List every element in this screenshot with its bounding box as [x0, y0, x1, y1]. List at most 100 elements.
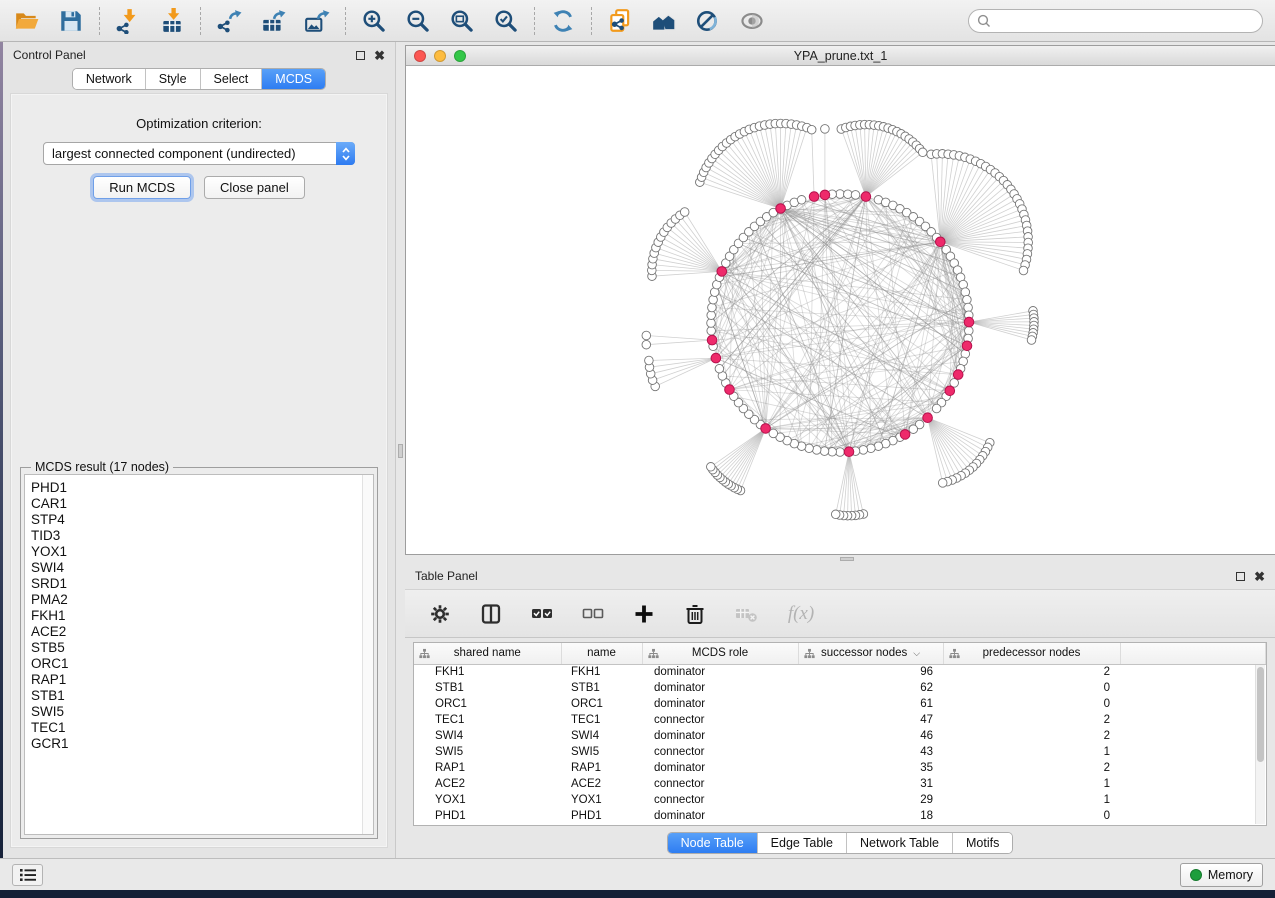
cell-name[interactable]: SWI4 — [561, 728, 642, 744]
float-panel-icon[interactable] — [1236, 572, 1245, 581]
open-file-button[interactable] — [12, 6, 42, 36]
zoom-in-button[interactable] — [359, 6, 389, 36]
scrollbar-thumb[interactable] — [1257, 667, 1264, 762]
optimization-criterion-select[interactable]: largest connected component (undirected) — [43, 142, 355, 165]
mcds-result-item[interactable]: SWI5 — [31, 704, 373, 720]
cell-successor-nodes[interactable]: 46 — [798, 728, 943, 744]
horizontal-splitter[interactable] — [405, 555, 1275, 563]
cell-successor-nodes[interactable]: 96 — [798, 664, 943, 680]
cell-successor-nodes[interactable]: 62 — [798, 680, 943, 696]
close-panel-icon[interactable]: ✖ — [1254, 570, 1265, 583]
mcds-result-item[interactable]: CAR1 — [31, 496, 373, 512]
cell-mcds-role[interactable]: connector — [642, 744, 798, 760]
cell-predecessor-nodes[interactable]: 1 — [943, 776, 1120, 792]
cell-mcds-role[interactable]: dominator — [642, 760, 798, 776]
select-all-button[interactable] — [529, 601, 555, 627]
zoom-fit-button[interactable] — [447, 6, 477, 36]
cell-mcds-role[interactable]: connector — [642, 776, 798, 792]
run-mcds-button[interactable]: Run MCDS — [93, 176, 191, 199]
hide-selected-button[interactable] — [693, 6, 723, 36]
add-column-button[interactable] — [631, 601, 657, 627]
mcds-result-item[interactable]: STB5 — [31, 640, 373, 656]
new-network-from-selection-button[interactable] — [605, 6, 635, 36]
cell-successor-nodes[interactable]: 18 — [798, 808, 943, 824]
cell-successor-nodes[interactable]: 35 — [798, 760, 943, 776]
cell-mcds-role[interactable]: dominator — [642, 728, 798, 744]
network-canvas[interactable] — [406, 66, 1275, 554]
cell-shared-name[interactable]: FKH1 — [414, 664, 561, 680]
export-image-button[interactable] — [302, 6, 332, 36]
cell-shared-name[interactable]: SWI5 — [414, 744, 561, 760]
cell-predecessor-nodes[interactable]: 1 — [943, 792, 1120, 808]
mcds-result-item[interactable]: RAP1 — [31, 672, 373, 688]
table-row[interactable]: RAP1RAP1dominator352 — [414, 760, 1266, 776]
mcds-result-item[interactable]: YOX1 — [31, 544, 373, 560]
cell-predecessor-nodes[interactable]: 2 — [943, 664, 1120, 680]
first-neighbors-button[interactable] — [649, 6, 679, 36]
cell-name[interactable]: STB1 — [561, 680, 642, 696]
mcds-result-item[interactable]: SRD1 — [31, 576, 373, 592]
table-tab-motifs[interactable]: Motifs — [953, 833, 1012, 853]
table-tab-edge-table[interactable]: Edge Table — [758, 833, 847, 853]
cell-predecessor-nodes[interactable]: 2 — [943, 728, 1120, 744]
tab-mcds[interactable]: MCDS — [262, 69, 325, 89]
table-row[interactable]: ORC1ORC1dominator610 — [414, 696, 1266, 712]
mcds-result-item[interactable]: STP4 — [31, 512, 373, 528]
cell-mcds-role[interactable]: connector — [642, 712, 798, 728]
table-row[interactable]: ACE2ACE2connector311 — [414, 776, 1266, 792]
cell-name[interactable]: TEC1 — [561, 712, 642, 728]
cell-predecessor-nodes[interactable]: 0 — [943, 696, 1120, 712]
cell-name[interactable]: ACE2 — [561, 776, 642, 792]
mcds-result-item[interactable]: TEC1 — [31, 720, 373, 736]
table-row[interactable]: SWI4SWI4dominator462 — [414, 728, 1266, 744]
export-table-button[interactable] — [258, 6, 288, 36]
mcds-result-item[interactable]: STB1 — [31, 688, 373, 704]
export-network-button[interactable] — [214, 6, 244, 36]
column-header-successor-nodes[interactable]: successor nodes⌵ — [798, 643, 943, 664]
cell-name[interactable]: FKH1 — [561, 664, 642, 680]
cell-mcds-role[interactable]: dominator — [642, 696, 798, 712]
cell-mcds-role[interactable]: dominator — [642, 808, 798, 824]
mcds-result-item[interactable]: PMA2 — [31, 592, 373, 608]
split-view-button[interactable] — [478, 601, 504, 627]
import-network-button[interactable] — [113, 6, 143, 36]
import-table-button[interactable] — [157, 6, 187, 36]
splitter-grip[interactable] — [398, 444, 403, 458]
search-input[interactable] — [968, 9, 1263, 33]
cell-predecessor-nodes[interactable]: 0 — [943, 808, 1120, 824]
mcds-result-item[interactable]: SWI4 — [31, 560, 373, 576]
mcds-list-scrollbar[interactable] — [362, 475, 373, 834]
vertical-splitter[interactable] — [396, 42, 405, 858]
cell-shared-name[interactable]: TEC1 — [414, 712, 561, 728]
cell-predecessor-nodes[interactable]: 2 — [943, 760, 1120, 776]
mcds-result-item[interactable]: ORC1 — [31, 656, 373, 672]
deselect-all-button[interactable] — [580, 601, 606, 627]
save-session-button[interactable] — [56, 6, 86, 36]
cell-name[interactable]: ORC1 — [561, 696, 642, 712]
cell-predecessor-nodes[interactable]: 2 — [943, 712, 1120, 728]
column-header-name[interactable]: name — [561, 643, 642, 664]
memory-button[interactable]: Memory — [1180, 863, 1263, 887]
table-row[interactable]: TEC1TEC1connector472 — [414, 712, 1266, 728]
tab-network[interactable]: Network — [73, 69, 146, 89]
table-row[interactable]: STB1STB1dominator620 — [414, 680, 1266, 696]
table-row[interactable]: FKH1FKH1dominator962 — [414, 664, 1266, 680]
cell-successor-nodes[interactable]: 31 — [798, 776, 943, 792]
cell-shared-name[interactable]: SWI4 — [414, 728, 561, 744]
float-panel-icon[interactable] — [356, 51, 365, 60]
mcds-result-item[interactable]: TID3 — [31, 528, 373, 544]
mcds-result-item[interactable]: FKH1 — [31, 608, 373, 624]
cell-shared-name[interactable]: ORC1 — [414, 696, 561, 712]
cell-successor-nodes[interactable]: 29 — [798, 792, 943, 808]
cell-mcds-role[interactable]: dominator — [642, 664, 798, 680]
task-history-button[interactable] — [12, 864, 43, 886]
refresh-layout-button[interactable] — [548, 6, 578, 36]
cell-successor-nodes[interactable]: 47 — [798, 712, 943, 728]
cell-successor-nodes[interactable]: 43 — [798, 744, 943, 760]
splitter-grip[interactable] — [840, 557, 854, 561]
tab-select[interactable]: Select — [201, 69, 263, 89]
cell-predecessor-nodes[interactable]: 0 — [943, 680, 1120, 696]
cell-mcds-role[interactable]: connector — [642, 792, 798, 808]
table-tab-network-table[interactable]: Network Table — [847, 833, 953, 853]
cell-shared-name[interactable]: STB1 — [414, 680, 561, 696]
